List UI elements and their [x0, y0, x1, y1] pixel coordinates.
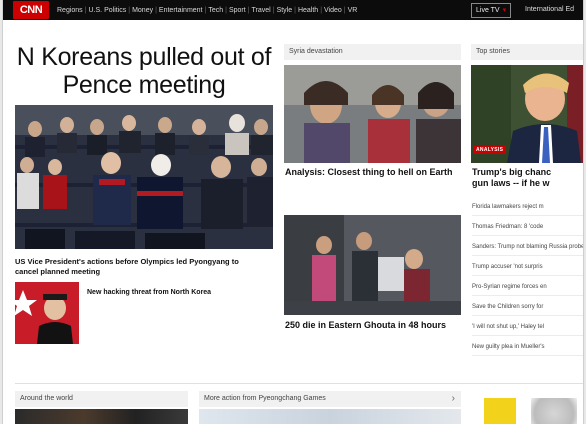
cnn-homepage: CNN Regions | U.S. Politics | Money | Enter… [2, 0, 584, 424]
story-link[interactable]: Pro-Syrian regime forces en [472, 282, 583, 296]
top-nav: CNN Regions | U.S. Politics | Money | Enter… [3, 0, 583, 20]
pyeongchang-image[interactable] [199, 409, 461, 424]
nav-link-tech[interactable]: Tech [206, 7, 225, 14]
nav-link-vr[interactable]: VR [346, 7, 360, 14]
chevron-down-icon: ▾ [502, 7, 507, 14]
nav-links: Regions | U.S. Politics | Money | Entertain… [55, 0, 359, 20]
promo-thumbnail[interactable] [531, 398, 577, 424]
top-stories-list: Florida lawmakers reject m Thomas Friedm… [472, 202, 583, 362]
hero-headline[interactable]: N Koreans pulled out of Pence meeting [13, 43, 275, 99]
trump-headline-line-1: Trump's big chanc [472, 167, 552, 177]
edition-selector[interactable]: International Ed [525, 0, 574, 20]
syria-children-photo [284, 65, 461, 163]
story-link[interactable]: New guilty plea in Mueller's [472, 342, 583, 356]
story-link[interactable]: Save the Children sorry for [472, 302, 583, 316]
hero-image[interactable] [15, 105, 273, 249]
kim-photo [15, 282, 79, 344]
nav-link-entertainment[interactable]: Entertainment [157, 7, 205, 14]
syria-headline[interactable]: Analysis: Closest thing to hell on Earth [285, 167, 461, 178]
analysis-badge: ANALYSIS [473, 146, 507, 154]
story-link[interactable]: Florida lawmakers reject m [472, 202, 583, 216]
nav-link-style[interactable]: Style [275, 7, 295, 14]
kim-caption[interactable]: New hacking threat from North Korea [87, 288, 267, 297]
nav-link-money[interactable]: Money [130, 7, 155, 14]
pyeongchang-header[interactable]: More action from Pyeongchang Games › [199, 391, 461, 407]
pyeongchang-label: More action from Pyeongchang Games [204, 395, 326, 402]
around-world-image[interactable] [15, 409, 188, 424]
pence-crowd-photo [15, 105, 273, 249]
cnn-logo[interactable]: CNN [13, 1, 49, 19]
nav-link-travel[interactable]: Travel [250, 7, 273, 14]
trump-headline[interactable]: Trump's big chanc gun laws -- if he w [472, 167, 583, 189]
live-tv-button[interactable]: Live TV ▾ [471, 3, 512, 18]
story-link[interactable]: Sanders: Trump not blaming Russia probe [472, 242, 583, 256]
live-tv-label: Live TV [476, 7, 500, 14]
ghouta-headline[interactable]: 250 die in Eastern Ghouta in 48 hours [285, 320, 461, 331]
ghouta-shelter-photo [284, 215, 461, 315]
nav-link-regions[interactable]: Regions [55, 7, 85, 14]
story-link[interactable]: 'I will not shut up,' Haley tel [472, 322, 583, 336]
hero-caption[interactable]: US Vice President's actions before Olymp… [15, 257, 250, 277]
top-stories-header[interactable]: Top stories [471, 44, 583, 60]
around-world-header[interactable]: Around the world [15, 391, 188, 407]
trump-headline-line-2: gun laws -- if he w [472, 178, 550, 188]
nav-link-sport[interactable]: Sport [227, 7, 248, 14]
section-divider [15, 383, 583, 384]
promo-thumbnail[interactable] [484, 398, 516, 424]
syria-image[interactable] [284, 65, 461, 163]
nav-link-video[interactable]: Video [322, 7, 344, 14]
chevron-right-icon[interactable]: › [452, 391, 455, 407]
kim-thumbnail[interactable] [15, 282, 79, 344]
story-link[interactable]: Trump accuser 'not surpris [472, 262, 583, 276]
ghouta-image[interactable] [284, 215, 461, 315]
story-link[interactable]: Thomas Friedman: 8 'code [472, 222, 583, 236]
nav-link-us-politics[interactable]: U.S. Politics [87, 7, 129, 14]
syria-section-header[interactable]: Syria devastation [284, 44, 461, 60]
nav-link-health[interactable]: Health [296, 7, 320, 14]
